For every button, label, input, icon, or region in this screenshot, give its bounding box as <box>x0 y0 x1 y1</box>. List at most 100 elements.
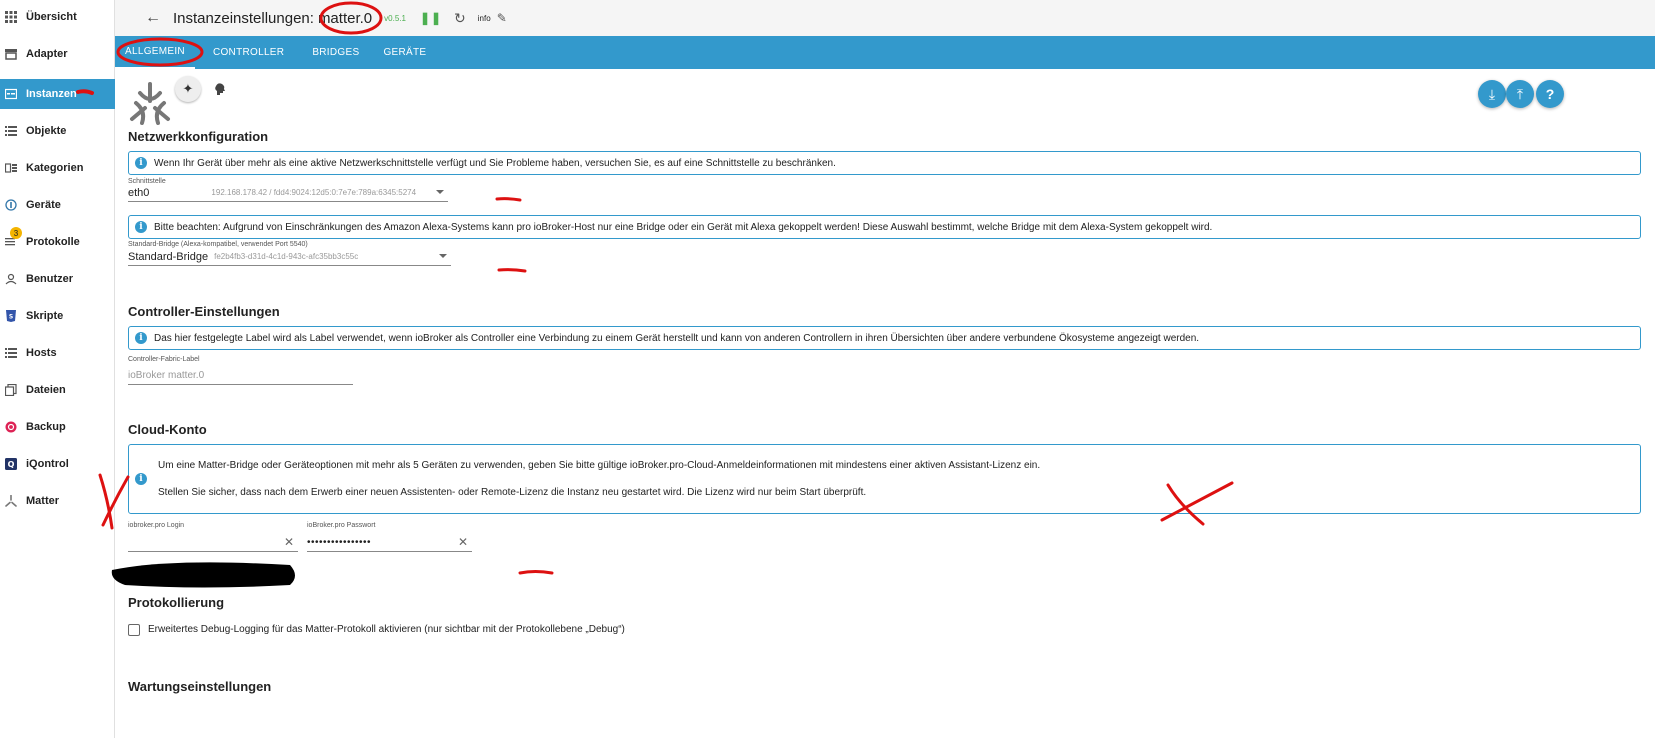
sidebar-item-label: iQontrol <box>26 458 69 470</box>
head-icon <box>215 83 225 95</box>
instances-icon <box>4 87 18 101</box>
matter-logo-icon <box>130 82 170 125</box>
help-button[interactable]: ? <box>1536 80 1564 108</box>
sidebar-item-iqontrol[interactable]: Q iQontrol <box>0 449 115 479</box>
sidebar-item-label: Backup <box>26 421 66 433</box>
files-icon <box>4 383 18 397</box>
sidebar-item-objekte[interactable]: Objekte <box>0 116 115 146</box>
logs-icon: 3 <box>4 227 22 249</box>
pencil-icon[interactable]: ✎ <box>497 11 507 25</box>
password-input[interactable]: •••••••••••••••• ✕ <box>307 534 472 552</box>
bridge-select[interactable]: Standard-Bridge fe2b4fb3-d31d-4c1d-943c-… <box>128 248 451 266</box>
maintenance-section-title: Wartungseinstellungen <box>128 679 272 694</box>
chevron-down-icon <box>436 190 444 194</box>
instance-id: matter.0 <box>317 9 373 27</box>
user-icon <box>4 272 18 286</box>
clear-icon[interactable]: ✕ <box>458 535 468 549</box>
sidebar-item-label: Protokolle <box>26 236 80 248</box>
info-icon: i <box>135 157 147 169</box>
password-label: ioBroker.pro Passwort <box>307 522 376 529</box>
sidebar-item-label: Dateien <box>26 384 66 396</box>
sparkle-button[interactable]: ✦ <box>175 76 201 102</box>
debug-button[interactable] <box>207 76 233 102</box>
back-arrow-icon[interactable]: ← <box>145 9 161 27</box>
tab-controller[interactable]: CONTROLLER <box>203 36 294 69</box>
categories-icon <box>4 161 18 175</box>
cloud-info-box: i Um eine Matter-Bridge oder Geräteoptio… <box>128 444 1641 514</box>
instance-header: ← Instanzeinstellungen: matter.0 v0.5.1 … <box>115 0 1655 36</box>
tab-allgemein[interactable]: ALLGEMEIN <box>115 36 195 69</box>
svg-text:S: S <box>9 314 13 321</box>
download-icon: ⤓ <box>1488 85 1496 102</box>
sidebar-item-label: Kategorien <box>26 162 84 174</box>
logging-section-title: Protokollierung <box>128 595 225 610</box>
debug-logging-checkbox[interactable] <box>128 624 140 636</box>
sidebar-item-label: Objekte <box>26 125 67 137</box>
iqontrol-icon: Q <box>4 457 18 471</box>
clear-icon[interactable]: ✕ <box>284 535 294 549</box>
info-icon: i <box>135 332 147 344</box>
sidebar-item-matter[interactable]: Matter <box>0 486 115 516</box>
devices-icon <box>4 198 18 212</box>
fabric-label: Controller-Fabric-Label <box>128 356 200 363</box>
sparkle-icon: ✦ <box>182 81 194 96</box>
cloud-info-line2: Stellen Sie sicher, dass nach dem Erwerb… <box>158 487 867 498</box>
tab-geraete[interactable]: GERÄTE <box>373 36 436 69</box>
sidebar-item-hosts[interactable]: Hosts <box>0 338 115 368</box>
help-icon: ? <box>1545 86 1555 102</box>
sidebar-item-label: Benutzer <box>26 273 74 285</box>
sidebar-item-label: Geräte <box>26 199 61 211</box>
tab-bar: ALLGEMEIN CONTROLLER BRIDGES GERÄTE <box>115 36 1655 69</box>
interface-select[interactable]: eth0 192.168.178.42 / fdd4:9024:12d5:0:7… <box>128 184 448 202</box>
sidebar-item-uebersicht[interactable]: Übersicht <box>0 2 115 32</box>
sidebar-item-backup[interactable]: Backup <box>0 412 115 442</box>
page-title: Instanzeinstellungen: <box>173 9 314 27</box>
fabric-input[interactable]: ioBroker matter.0 <box>128 367 353 385</box>
logs-count-badge: 3 <box>10 227 22 239</box>
grid-icon <box>4 10 18 24</box>
backup-icon <box>4 420 18 434</box>
info-link[interactable]: info <box>478 14 491 23</box>
bridge-label: Standard-Bridge (Alexa-kompatibel, verwe… <box>128 241 308 248</box>
sidebar-item-benutzer[interactable]: Benutzer <box>0 264 115 294</box>
login-input[interactable]: ✕ <box>128 534 298 552</box>
sidebar-item-skripte[interactable]: S Skripte <box>0 301 115 331</box>
scripts-icon: S <box>4 309 18 323</box>
version-label: v0.5.1 <box>384 13 406 23</box>
sidebar-item-label: Instanzen <box>26 88 77 100</box>
debug-logging-label: Erweitertes Debug-Logging für das Matter… <box>148 624 625 635</box>
sidebar-item-label: Hosts <box>26 347 57 359</box>
cloud-info-line1: Um eine Matter-Bridge oder Geräteoptione… <box>158 460 1041 471</box>
sidebar-item-geraete[interactable]: Geräte <box>0 190 115 220</box>
sidebar-item-dateien[interactable]: Dateien <box>0 375 115 405</box>
bridge-id: fe2b4fb3-d31d-4c1d-943c-afc35bb3c55c <box>214 252 359 261</box>
controller-section-title: Controller-Einstellungen <box>128 304 280 319</box>
tab-bridges[interactable]: BRIDGES <box>302 36 369 69</box>
sidebar-item-label: Adapter <box>26 48 68 60</box>
info-icon: i <box>135 473 147 485</box>
network-section-title: Netzwerkkonfiguration <box>128 129 269 144</box>
list-icon <box>4 124 18 138</box>
info-icon: i <box>135 221 147 233</box>
sidebar-item-instanzen[interactable]: Instanzen <box>0 79 115 109</box>
controller-info-box: i Das hier festgelegte Label wird als La… <box>128 326 1641 350</box>
sidebar-item-adapter[interactable]: Adapter <box>0 39 115 69</box>
download-button[interactable]: ⤓ <box>1478 80 1506 108</box>
sidebar-item-label: Matter <box>26 495 60 507</box>
settings-content: ✦ ⤓ ⤒ ? Netzwerkkonfiguration i Wenn Ihr… <box>115 69 1655 738</box>
pause-icon[interactable]: ❚❚ <box>420 11 442 25</box>
upload-button[interactable]: ⤒ <box>1506 80 1534 108</box>
sidebar-item-label: Übersicht <box>26 11 77 23</box>
cloud-section-title: Cloud-Konto <box>128 422 207 437</box>
upload-icon: ⤒ <box>1516 85 1524 102</box>
fabric-placeholder: ioBroker matter.0 <box>128 370 205 381</box>
password-value: •••••••••••••••• <box>307 537 372 548</box>
bridge-info-text: Bitte beachten: Aufgrund von Einschränku… <box>154 221 1213 233</box>
matter-icon <box>4 494 18 508</box>
sidebar-item-kategorien[interactable]: Kategorien <box>0 153 115 183</box>
reload-icon[interactable]: ↻ <box>454 10 466 27</box>
login-label: iobroker.pro Login <box>128 522 185 529</box>
sidebar-item-protokolle[interactable]: 3 Protokolle <box>0 227 115 257</box>
network-info-box: i Wenn Ihr Gerät über mehr als eine akti… <box>128 151 1641 175</box>
bridge-info-box: i Bitte beachten: Aufgrund von Einschrän… <box>128 215 1641 239</box>
